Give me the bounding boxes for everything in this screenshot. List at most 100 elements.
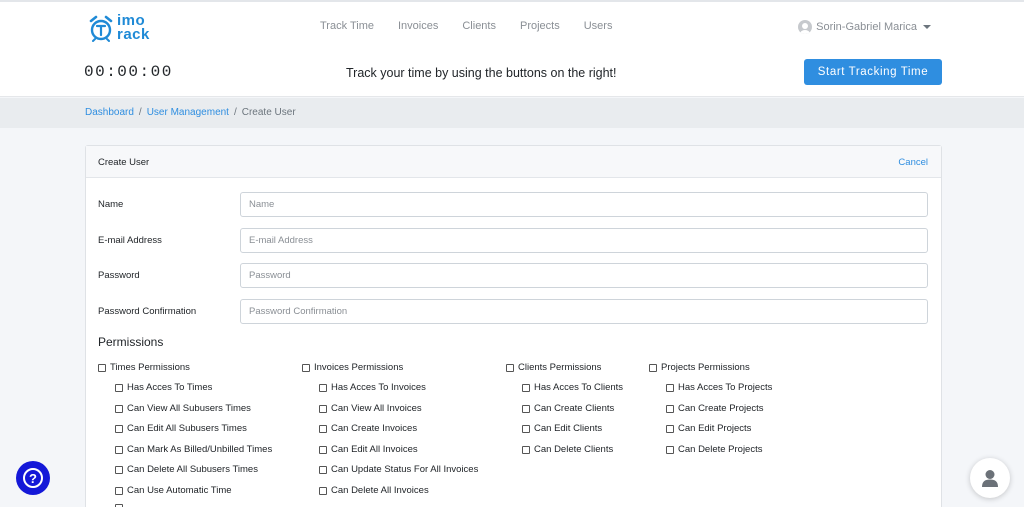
perm-delete-clients[interactable]: Can Delete Clients	[522, 444, 613, 455]
perm-edit-invoices[interactable]: Can Edit All Invoices	[319, 444, 418, 455]
password-confirmation-label: Password Confirmation	[98, 306, 197, 317]
perm-delete-invoices[interactable]: Can Delete All Invoices	[319, 485, 429, 496]
checkbox[interactable]	[319, 445, 327, 454]
user-menu[interactable]: Sorin-Gabriel Marica	[798, 20, 931, 34]
perm-automatic-time[interactable]: Can Use Automatic Time	[115, 485, 232, 496]
checkbox[interactable]	[666, 424, 674, 433]
checkbox-label: Can View All Invoices	[331, 403, 422, 414]
checkbox[interactable]	[522, 424, 530, 433]
invoices-permissions-group[interactable]: Invoices Permissions	[302, 362, 403, 373]
checkbox[interactable]	[522, 404, 530, 413]
breadcrumb-separator: /	[138, 107, 142, 118]
checkbox[interactable]	[666, 404, 674, 413]
perm-has-access-times[interactable]: Has Acces To Times	[115, 382, 212, 393]
nav-track-time[interactable]: Track Time	[320, 20, 374, 32]
nav-invoices[interactable]: Invoices	[398, 20, 438, 32]
perm-create-invoices[interactable]: Can Create Invoices	[319, 423, 417, 434]
perm-has-access-projects[interactable]: Has Acces To Projects	[666, 382, 772, 393]
nav-projects[interactable]: Projects	[520, 20, 560, 32]
checkbox-label: Can Edit All Subusers Times	[127, 423, 247, 434]
caret-down-icon	[923, 25, 931, 29]
user-avatar-icon	[798, 20, 813, 34]
checkbox-label: Can Create Invoices	[331, 423, 418, 434]
cancel-link[interactable]: Cancel	[898, 157, 928, 168]
perm-view-subusers-times[interactable]: Can View All Subusers Times	[115, 403, 251, 414]
perm-view-invoices[interactable]: Can View All Invoices	[319, 403, 422, 414]
support-chat-button[interactable]	[970, 458, 1010, 498]
card-title: Create User	[98, 157, 150, 168]
perm-create-clients[interactable]: Can Create Clients	[522, 403, 614, 414]
checkbox[interactable]	[115, 424, 123, 433]
perm-edit-clients[interactable]: Can Edit Clients	[522, 423, 602, 434]
perm-create-projects[interactable]: Can Create Projects	[666, 403, 764, 414]
checkbox-label: Can Edit Projects	[678, 423, 752, 434]
checkbox[interactable]	[115, 383, 123, 392]
perm-edit-projects[interactable]: Can Edit Projects	[666, 423, 751, 434]
nav-users[interactable]: Users	[584, 20, 613, 32]
person-icon	[982, 470, 998, 487]
breadcrumb-user-management[interactable]: User Management	[147, 107, 229, 118]
checkbox-label: Can Delete Projects	[678, 444, 763, 455]
clients-permissions-group[interactable]: Clients Permissions	[506, 362, 601, 373]
password-confirmation-input[interactable]	[240, 299, 928, 324]
password-row: Password	[98, 263, 928, 289]
checkbox-label: Can View All Subusers Times	[127, 403, 251, 414]
checkbox-label: Can Edit Clients	[534, 423, 603, 434]
start-tracking-button[interactable]: Start Tracking Time	[804, 59, 942, 85]
checkbox[interactable]	[115, 465, 123, 474]
nav-clients[interactable]: Clients	[462, 20, 496, 32]
question-mark-icon: ?	[23, 468, 43, 488]
checkbox[interactable]	[649, 363, 657, 372]
checkbox-label: Has Acces To Times	[127, 382, 213, 393]
main-nav: Track Time Invoices Clients Projects Use…	[320, 20, 636, 32]
create-user-card: Create User Cancel Name E-mail Address P…	[85, 145, 942, 507]
brand-logo[interactable]: imo rack	[88, 12, 158, 46]
user-name: Sorin-Gabriel Marica	[816, 21, 917, 33]
perm-delete-projects[interactable]: Can Delete Projects	[666, 444, 762, 455]
checkbox[interactable]	[115, 445, 123, 454]
name-label: Name	[98, 199, 124, 210]
checkbox-label: Can Mark As Billed/Unbilled Times	[127, 444, 273, 455]
checkbox[interactable]	[115, 486, 123, 495]
checkbox[interactable]	[319, 424, 327, 433]
checkbox[interactable]	[506, 363, 514, 372]
perm-edit-subusers-times[interactable]: Can Edit All Subusers Times	[115, 423, 247, 434]
checkbox[interactable]	[666, 383, 674, 392]
projects-permissions-group[interactable]: Projects Permissions	[649, 362, 750, 373]
checkbox[interactable]	[302, 363, 310, 372]
help-button[interactable]: ?	[16, 461, 50, 495]
password-label: Password	[98, 270, 140, 281]
checkbox[interactable]	[522, 445, 530, 454]
checkbox[interactable]	[115, 404, 123, 413]
perm-mark-billed-times[interactable]: Can Mark As Billed/Unbilled Times	[115, 444, 272, 455]
checkbox-label: Can Create Clients	[534, 403, 615, 414]
checkbox[interactable]	[319, 404, 327, 413]
email-row: E-mail Address	[98, 228, 928, 254]
checkbox[interactable]	[319, 486, 327, 495]
navbar: imo rack Track Time Invoices Clients Pro…	[0, 2, 1024, 54]
name-input[interactable]	[240, 192, 928, 217]
perm-has-access-invoices[interactable]: Has Acces To Invoices	[319, 382, 426, 393]
checkbox-label: Can Delete Clients	[534, 444, 614, 455]
breadcrumb-dashboard[interactable]: Dashboard	[85, 107, 134, 118]
email-label: E-mail Address	[98, 235, 162, 246]
breadcrumb-bar: Dashboard / User Management / Create Use…	[0, 98, 1024, 128]
checkbox[interactable]	[319, 465, 327, 474]
password-input[interactable]	[240, 263, 928, 288]
checkbox[interactable]	[666, 445, 674, 454]
email-input[interactable]	[240, 228, 928, 253]
checkbox-label: Clients Permissions	[518, 362, 602, 373]
checkbox-label: Has Acces To Clients	[534, 382, 624, 393]
checkbox-label: Can Delete All Subusers Times	[127, 464, 258, 475]
times-permissions-group[interactable]: Times Permissions	[98, 362, 190, 373]
checkbox[interactable]	[319, 383, 327, 392]
timer-display: 00:00:00	[84, 63, 173, 81]
perm-update-status-invoices[interactable]: Can Update Status For All Invoices	[319, 464, 478, 475]
perm-has-access-clients[interactable]: Has Acces To Clients	[522, 382, 623, 393]
checkbox[interactable]	[522, 383, 530, 392]
checkbox[interactable]	[98, 363, 106, 372]
checkbox-label: Times Permissions	[110, 362, 190, 373]
perm-delete-subusers-times[interactable]: Can Delete All Subusers Times	[115, 464, 258, 475]
checkbox-label: Has Acces To Invoices	[331, 382, 426, 393]
password-confirmation-row: Password Confirmation	[98, 299, 928, 325]
